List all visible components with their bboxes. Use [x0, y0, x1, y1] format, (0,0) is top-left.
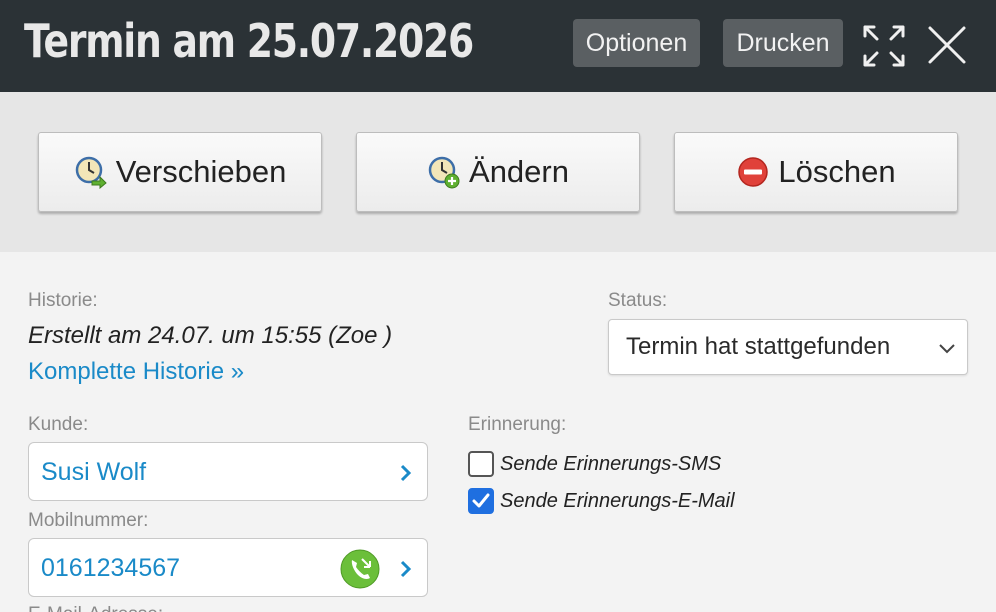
- sms-checkbox-label: Sende Erinnerungs-SMS: [500, 452, 722, 475]
- reminder-label: Erinnerung:: [468, 414, 567, 435]
- chevron-down-icon: [939, 344, 955, 354]
- clock-arrow-icon: [75, 156, 107, 189]
- edit-label: Ändern: [469, 154, 569, 189]
- mobile-field[interactable]: 0161234567: [28, 538, 428, 597]
- email-label: E-Mail-Adresse:: [28, 604, 163, 612]
- chevron-right-icon: [400, 464, 412, 482]
- history-label: Historie:: [28, 290, 98, 311]
- expand-icon[interactable]: [862, 24, 906, 68]
- customer-label: Kunde:: [28, 414, 89, 435]
- title-bar: Termin am 25.07.2026 Optionen Drucken: [0, 0, 996, 92]
- chevron-right-icon: [400, 560, 412, 578]
- sms-checkbox[interactable]: [468, 451, 494, 477]
- customer-name: Susi Wolf: [41, 458, 147, 486]
- customer-field[interactable]: Susi Wolf: [28, 442, 428, 501]
- page-title: Termin am 25.07.2026: [24, 14, 474, 68]
- email-checkbox-label: Sende Erinnerungs-E-Mail: [500, 489, 735, 512]
- status-selected-value: Termin hat stattgefunden: [626, 333, 891, 360]
- delete-label: Löschen: [778, 154, 896, 189]
- clock-plus-icon: [428, 156, 460, 189]
- reminder-email-option[interactable]: Sende Erinnerungs-E-Mail: [468, 488, 735, 514]
- email-checkbox[interactable]: [468, 488, 494, 514]
- action-toolbar: Verschieben Ändern Löschen: [0, 92, 996, 252]
- reminder-sms-option[interactable]: Sende Erinnerungs-SMS: [468, 451, 721, 477]
- reschedule-label: Verschieben: [115, 154, 287, 189]
- full-history-link[interactable]: Komplette Historie »: [28, 358, 244, 386]
- mobile-number: 0161234567: [41, 554, 181, 582]
- options-button[interactable]: Optionen: [573, 19, 700, 67]
- status-label: Status:: [608, 290, 668, 311]
- phone-call-icon[interactable]: [340, 549, 380, 589]
- edit-button[interactable]: Ändern: [356, 132, 640, 212]
- status-select[interactable]: Termin hat stattgefunden: [608, 319, 968, 375]
- mobile-label: Mobilnummer:: [28, 510, 149, 531]
- checkmark-icon: [472, 493, 490, 508]
- delete-icon: [738, 157, 769, 187]
- close-icon[interactable]: [926, 24, 968, 66]
- reschedule-button[interactable]: Verschieben: [38, 132, 322, 212]
- delete-button[interactable]: Löschen: [674, 132, 958, 212]
- history-created-text: Erstellt am 24.07. um 15:55 (Zoe ): [28, 322, 393, 349]
- print-button[interactable]: Drucken: [723, 19, 843, 67]
